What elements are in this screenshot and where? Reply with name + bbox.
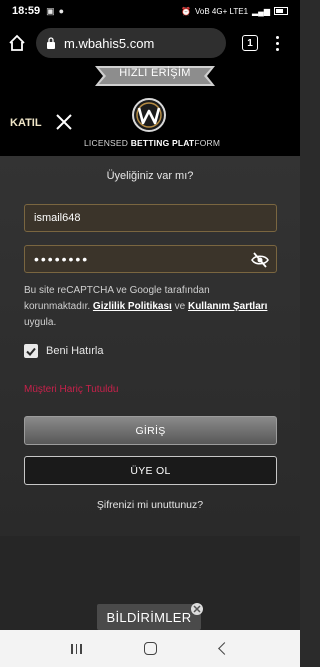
- status-bar: 18:59 ▣ ● ⏰ VoB 4G+ LTE1 ▂▄▆: [0, 0, 300, 22]
- tab-switcher-button[interactable]: 1: [242, 35, 258, 51]
- terms-link[interactable]: Kullanım Şartları: [188, 301, 267, 312]
- recaptcha-notice: Bu site reCAPTCHA ve Google tarafından k…: [24, 285, 268, 328]
- brand-tagline: LICENSED BETTING PLATFORM: [84, 138, 221, 148]
- url-text: m.wbahis5.com: [64, 35, 155, 51]
- brand-logo: [132, 98, 166, 132]
- toggle-visibility-icon[interactable]: [251, 252, 269, 268]
- customer-excluded-link[interactable]: Müşteri Hariç Tutuldu: [24, 384, 118, 395]
- notifications-close-icon[interactable]: [191, 603, 203, 615]
- login-button[interactable]: GİRİŞ: [24, 416, 277, 445]
- notifications-button[interactable]: BİLDİRİMLER: [97, 604, 201, 630]
- username-value: ismail648: [34, 212, 81, 224]
- signal-icon: ▂▄▆: [252, 6, 270, 16]
- network-label: VoB 4G+ LTE1: [195, 6, 249, 16]
- screenshot-icon: ▣: [46, 5, 55, 16]
- privacy-policy-link[interactable]: Gizlilik Politikası: [93, 301, 172, 312]
- password-field[interactable]: ••••••••: [24, 245, 277, 273]
- remember-me[interactable]: Beni Hatırla: [24, 344, 103, 358]
- check-icon: [26, 347, 36, 356]
- register-button[interactable]: ÜYE OL: [24, 456, 277, 485]
- home-nav-icon[interactable]: [144, 642, 158, 655]
- system-nav-bar: [0, 630, 300, 667]
- status-right: ⏰ VoB 4G+ LTE1 ▂▄▆: [181, 7, 288, 16]
- username-field[interactable]: ismail648: [24, 204, 277, 232]
- password-value: ••••••••: [34, 251, 90, 267]
- membership-question: Üyeliğiniz var mı?: [106, 170, 194, 182]
- more-menu-icon[interactable]: [276, 35, 280, 51]
- status-time: 18:59: [12, 5, 41, 17]
- remember-label: Beni Hatırla: [46, 345, 104, 357]
- join-button[interactable]: KATIL: [10, 117, 42, 129]
- close-icon[interactable]: [55, 113, 73, 131]
- address-bar[interactable]: m.wbahis5.com: [36, 28, 226, 58]
- login-panel: Üyeliğiniz var mı? ismail648 •••••••• Bu…: [0, 156, 300, 536]
- lock-icon: [47, 37, 55, 49]
- remember-checkbox[interactable]: [24, 344, 38, 358]
- alarm-icon: ⏰: [181, 6, 192, 16]
- browser-toolbar: m.wbahis5.com 1: [0, 22, 300, 64]
- back-icon[interactable]: [217, 642, 231, 655]
- forgot-password-link[interactable]: Şifrenizi mi unuttunuz?: [0, 499, 300, 511]
- site-header: HIZLI ERİŞİM KATIL LICENSED BETTING PLAT…: [0, 64, 300, 156]
- battery-icon: [274, 7, 288, 15]
- notification-icon: ●: [58, 6, 65, 16]
- recent-apps-icon[interactable]: [71, 643, 82, 654]
- home-icon[interactable]: [6, 32, 28, 54]
- quick-access-label: HIZLI ERİŞİM: [119, 67, 191, 79]
